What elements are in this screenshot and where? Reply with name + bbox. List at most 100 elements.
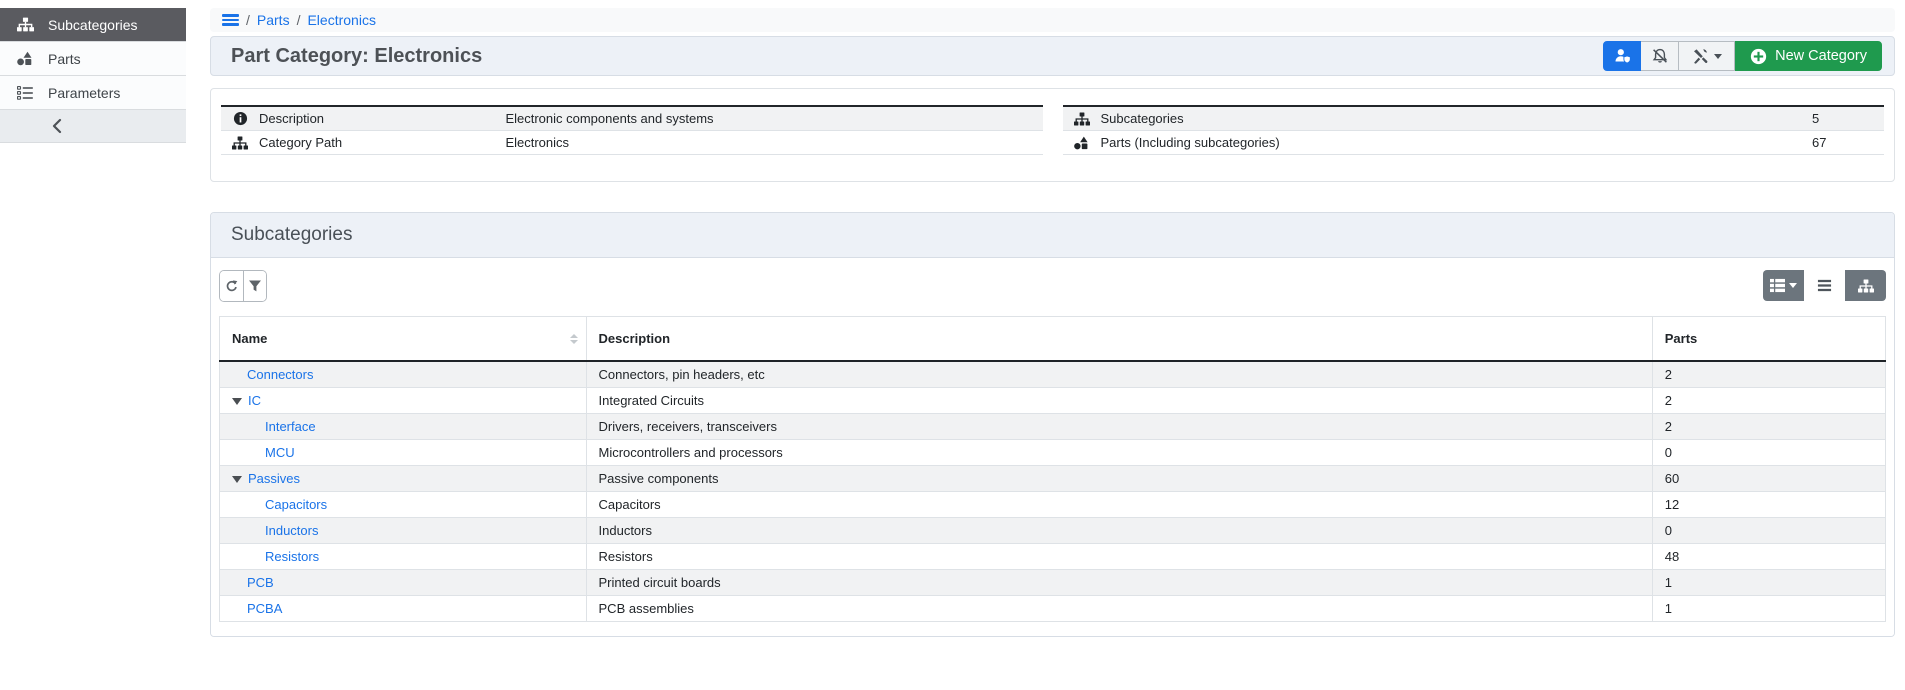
chevron-down-icon xyxy=(1713,53,1722,59)
column-header-description[interactable]: Description xyxy=(585,316,1653,362)
table-row: PCB Printed circuit boards 1 xyxy=(219,569,1887,596)
table-view-button[interactable] xyxy=(1763,270,1804,301)
parts-count: 2 xyxy=(1651,413,1887,440)
bell-slash-icon xyxy=(1652,48,1668,64)
page-header: Part Category: Electronics New Category xyxy=(210,36,1895,76)
sitemap-icon xyxy=(1857,278,1874,293)
category-link[interactable]: Passives xyxy=(248,471,300,486)
view-toggle-group xyxy=(1763,270,1886,301)
category-description: Microcontrollers and processors xyxy=(585,439,1653,466)
table-header-row: Name Description Parts xyxy=(219,316,1887,362)
collapse-expander-icon[interactable] xyxy=(232,476,242,483)
category-description: PCB assemblies xyxy=(585,595,1653,622)
new-category-button[interactable]: New Category xyxy=(1735,41,1882,71)
category-link[interactable]: Interface xyxy=(265,419,316,434)
sort-icon[interactable] xyxy=(569,333,578,344)
app-root: Subcategories Parts Parameters / Parts /… xyxy=(0,0,1905,637)
sidebar-item-label: Parameters xyxy=(48,84,121,101)
info-value: 5 xyxy=(1812,111,1820,126)
subcategories-table: Name Description Parts Connectors Connec… xyxy=(219,316,1887,622)
category-link[interactable]: Connectors xyxy=(247,367,313,382)
sitemap-icon xyxy=(15,17,35,33)
breadcrumb: / Parts / Electronics xyxy=(210,8,1895,32)
category-link[interactable]: Inductors xyxy=(265,523,318,538)
panel-title: Subcategories xyxy=(231,224,353,245)
category-link[interactable]: Resistors xyxy=(265,549,319,564)
parts-count: 60 xyxy=(1651,465,1887,492)
category-description: Inductors xyxy=(585,517,1653,544)
user-permissions-button[interactable] xyxy=(1603,41,1642,71)
plus-circle-icon xyxy=(1750,48,1767,65)
category-description: Resistors xyxy=(585,543,1653,570)
new-category-label: New Category xyxy=(1775,48,1867,64)
parts-count: 0 xyxy=(1651,439,1887,466)
table-row: Interface Drivers, receivers, transceive… xyxy=(219,413,1887,440)
parts-count: 48 xyxy=(1651,543,1887,570)
hide-button[interactable] xyxy=(1641,41,1680,71)
tools-icon xyxy=(1692,48,1708,64)
breadcrumb-link-parts[interactable]: Parts xyxy=(257,12,290,28)
breadcrumb-separator: / xyxy=(296,12,301,28)
shapes-icon xyxy=(1063,136,1101,150)
parts-count: 2 xyxy=(1651,360,1887,388)
sidebar-item-label: Parts xyxy=(48,50,81,67)
sidebar-item-parts[interactable]: Parts xyxy=(0,42,186,76)
breadcrumb-separator: / xyxy=(246,12,250,28)
parts-count: 1 xyxy=(1651,595,1887,622)
info-label: Parts (Including subcategories) xyxy=(1100,135,1280,150)
info-row-category-path: Category Path Electronics xyxy=(221,131,1043,155)
breadcrumb-link-electronics[interactable]: Electronics xyxy=(307,12,375,28)
table-row: Connectors Connectors, pin headers, etc … xyxy=(219,360,1887,388)
tools-dropdown-button[interactable] xyxy=(1679,41,1736,71)
table-row: Capacitors Capacitors 12 xyxy=(219,491,1887,518)
list-view-button[interactable] xyxy=(1804,270,1845,301)
info-label: Subcategories xyxy=(1100,111,1184,126)
sitemap-icon xyxy=(221,135,259,150)
info-value: Electronics xyxy=(505,135,570,150)
category-link[interactable]: Capacitors xyxy=(265,497,327,512)
info-label: Category Path xyxy=(259,135,343,150)
category-link[interactable]: PCB xyxy=(247,575,274,590)
table-row: IC Integrated Circuits 2 xyxy=(219,387,1887,414)
info-label: Description xyxy=(259,111,325,126)
category-description: Connectors, pin headers, etc xyxy=(585,360,1653,388)
info-row-parts-count: Parts (Including subcategories) 67 xyxy=(1062,131,1884,155)
info-row-subcategories: Subcategories 5 xyxy=(1062,107,1884,131)
category-link[interactable]: MCU xyxy=(265,445,295,460)
column-header-label: Description xyxy=(598,331,671,346)
category-description: Integrated Circuits xyxy=(585,387,1653,414)
category-link[interactable]: IC xyxy=(248,393,261,408)
filter-icon xyxy=(248,279,262,293)
column-header-label: Parts xyxy=(1664,331,1698,346)
header-button-group: New Category xyxy=(1603,41,1882,71)
parts-count: 0 xyxy=(1651,517,1887,544)
category-description: Capacitors xyxy=(585,491,1653,518)
parts-count: 2 xyxy=(1651,387,1887,414)
chevron-down-icon xyxy=(1789,283,1797,288)
sidebar-item-parameters[interactable]: Parameters xyxy=(0,76,186,110)
filter-button[interactable] xyxy=(243,271,266,301)
category-link[interactable]: PCBA xyxy=(247,601,282,616)
column-header-parts[interactable]: Parts xyxy=(1651,316,1887,362)
info-row-description: Description Electronic components and sy… xyxy=(221,107,1043,131)
parts-count: 1 xyxy=(1651,569,1887,596)
info-value: Electronic components and systems xyxy=(505,111,714,126)
table-row: PCBA PCB assemblies 1 xyxy=(219,595,1887,622)
tree-view-button[interactable] xyxy=(1845,270,1886,301)
table-icon xyxy=(1770,278,1785,293)
sidebar-item-subcategories[interactable]: Subcategories xyxy=(0,8,186,42)
refresh-button[interactable] xyxy=(220,271,243,301)
toolbar-left-group xyxy=(219,270,267,302)
category-counts-table: Subcategories 5 Parts (Including subcate… xyxy=(1062,105,1884,155)
user-shield-icon xyxy=(1614,48,1631,64)
hamburger-icon[interactable] xyxy=(222,14,239,26)
refresh-icon xyxy=(224,278,239,294)
table-row: Resistors Resistors 48 xyxy=(219,543,1887,570)
category-description: Drivers, receivers, transceivers xyxy=(585,413,1653,440)
list-icon xyxy=(1817,278,1832,293)
info-circle-icon xyxy=(221,111,259,126)
info-value: 67 xyxy=(1812,135,1827,150)
sidebar-collapse-button[interactable] xyxy=(0,110,186,143)
collapse-expander-icon[interactable] xyxy=(232,398,242,405)
column-header-name[interactable]: Name xyxy=(219,316,587,362)
